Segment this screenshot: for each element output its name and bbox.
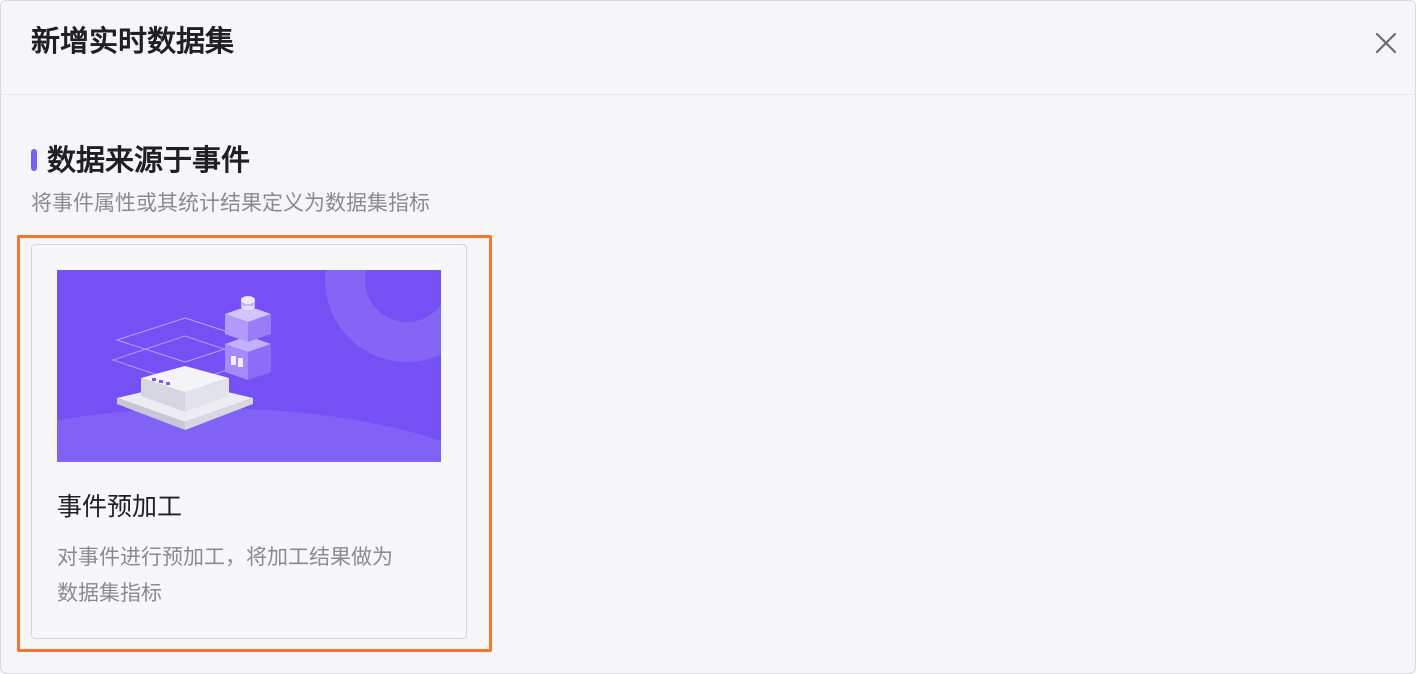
section-accent-bar: [31, 149, 37, 171]
card-title: 事件预加工: [57, 492, 183, 521]
event-preprocessing-illustration: [57, 270, 441, 462]
card-description-line: 数据集指标: [57, 581, 162, 605]
new-realtime-dataset-dialog: 新增实时数据集 数据来源于事件 将事件属性或其统计结果定义为数据集指标 事件预加…: [0, 0, 1416, 674]
card-description: 对事件进行预加工，将加工结果做为 数据集指标: [57, 539, 449, 611]
dialog-title: 新增实时数据集: [31, 24, 235, 58]
close-button[interactable]: [1371, 28, 1401, 58]
card-description-line: 对事件进行预加工，将加工结果做为: [57, 545, 393, 569]
section-description: 将事件属性或其统计结果定义为数据集指标: [31, 191, 430, 215]
close-icon: [1375, 32, 1397, 54]
section-title: 数据来源于事件: [47, 143, 251, 177]
dialog-header: 新增实时数据集: [1, 1, 1415, 95]
card-event-preprocessing[interactable]: 事件预加工 对事件进行预加工，将加工结果做为 数据集指标: [31, 244, 467, 639]
